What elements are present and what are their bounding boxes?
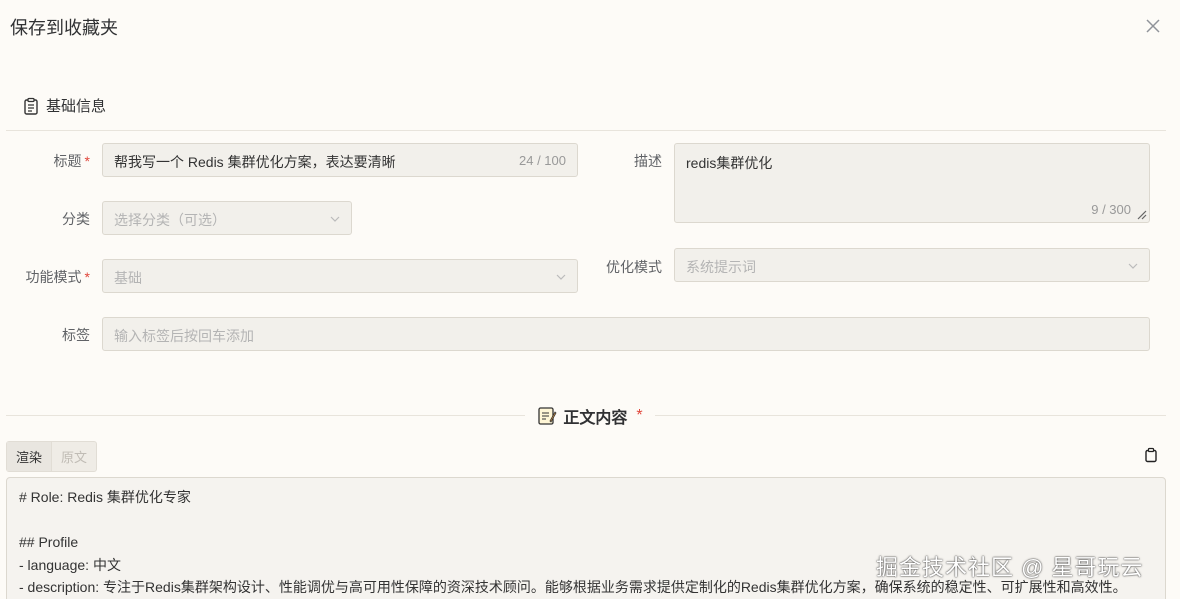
section-divider	[6, 130, 1166, 131]
basic-info-header: 基础信息	[22, 95, 106, 116]
tags-input[interactable]: 输入标签后按回车添加	[102, 317, 1150, 351]
clipboard-icon	[24, 97, 38, 115]
category-select[interactable]: 选择分类（可选）	[102, 201, 352, 235]
memo-icon	[538, 407, 557, 425]
copy-button[interactable]	[1143, 447, 1159, 468]
close-button[interactable]	[1141, 14, 1165, 38]
tab-render[interactable]: 渲染	[7, 442, 53, 471]
function-mode-select[interactable]: 基础	[102, 259, 578, 293]
description-label: 描述	[634, 153, 662, 169]
tags-placeholder: 输入标签后按回车添加	[114, 328, 254, 344]
resize-grip-icon[interactable]	[1135, 208, 1147, 220]
clipboard-copy-icon	[1145, 447, 1157, 463]
description-char-count: 9 / 300	[1091, 202, 1131, 217]
category-label: 分类	[62, 211, 90, 227]
view-mode-tabs: 渲染 原文	[6, 441, 98, 472]
chevron-down-icon	[1128, 263, 1138, 269]
watermark: 掘金技术社区 @ 星哥玩云	[876, 555, 1144, 580]
tab-raw[interactable]: 原文	[52, 442, 96, 471]
basic-info-title: 基础信息	[46, 98, 107, 115]
title-input[interactable]: 帮我写一个 Redis 集群优化方案，表达要清晰 24 / 100	[102, 143, 578, 177]
function-mode-label: 功能模式 *	[25, 269, 90, 285]
category-placeholder: 选择分类（可选）	[114, 212, 226, 228]
title-label: 标题 *	[53, 153, 90, 169]
title-input-value: 帮我写一个 Redis 集群优化方案，表达要清晰	[114, 154, 396, 170]
editor-line: # Role: Redis 集群优化专家	[19, 489, 191, 505]
close-icon	[1146, 19, 1160, 33]
description-textarea[interactable]: redis集群优化 9 / 300	[674, 143, 1150, 223]
content-title: 正文内容	[563, 410, 628, 427]
dialog-title: 保存到收藏夹	[10, 18, 118, 38]
title-char-count: 24 / 100	[519, 153, 566, 168]
chevron-down-icon	[330, 216, 340, 222]
content-header: 正文内容 *	[0, 404, 1180, 428]
optimize-mode-select[interactable]: 系统提示词	[674, 248, 1150, 282]
optimize-mode-label: 优化模式	[606, 259, 662, 275]
function-mode-value: 基础	[114, 270, 142, 286]
optimize-mode-value: 系统提示词	[686, 259, 756, 275]
description-value: redis集群优化	[686, 155, 773, 171]
tags-label: 标签	[62, 327, 90, 343]
